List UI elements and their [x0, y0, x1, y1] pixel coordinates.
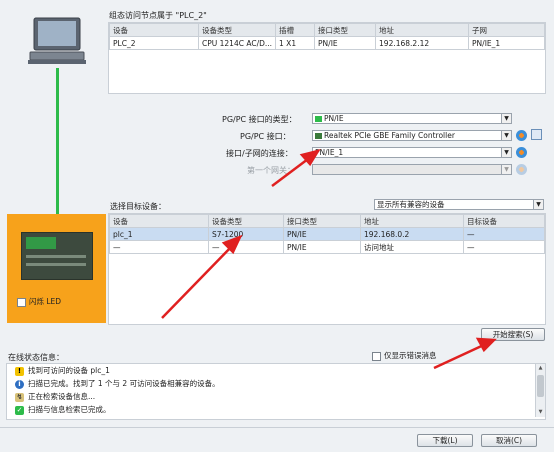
status-message: i 扫描已完成。找到了 1 个与 2 可访问设备相兼容的设备。	[15, 378, 220, 389]
table-header-row: 设备 设备类型 插槽 接口类型 地址 子网	[109, 23, 545, 37]
pgpc-type-value: PN/IE	[324, 114, 344, 123]
only-errors-label: 仅显示错误消息	[384, 351, 437, 360]
only-errors-checkbox[interactable]: 仅显示错误消息	[372, 350, 437, 361]
col-interface-type: 接口类型	[283, 214, 361, 228]
col-device: 设备	[109, 214, 209, 228]
col-address: 地址	[375, 23, 470, 37]
table-row[interactable]: plc_1 S7-1200 PN/IE 192.168.0.2 —	[109, 227, 545, 241]
plc-device-icon	[21, 232, 93, 280]
cell-interface-type: PN/IE	[283, 227, 361, 241]
scrollbar[interactable]: ▲ ▼	[535, 364, 545, 417]
status-message: ! 找到可访问的设备 plc_1	[15, 365, 110, 376]
cell-address: 192.168.0.2	[360, 227, 464, 241]
device-filter-select[interactable]: 显示所有兼容的设备 ▼	[374, 199, 544, 210]
device-filter-value: 显示所有兼容的设备	[377, 200, 445, 209]
subnet-connection-select[interactable]: PN/IE_1 ▼	[312, 147, 512, 158]
scroll-up-icon[interactable]: ▲	[536, 364, 545, 373]
cell-interface-type: PN/IE	[283, 240, 361, 254]
target-device-panel: 闪烁 LED	[7, 214, 106, 323]
diagnostics-icon[interactable]	[516, 130, 527, 141]
subnet-connection-label: 接口/子网的连接：	[226, 149, 293, 158]
cell-device: PLC_2	[109, 36, 199, 50]
cell-device: —	[109, 240, 209, 254]
col-slot: 插槽	[275, 23, 316, 37]
col-device-type: 设备类型	[197, 23, 277, 37]
target-device-table: 设备 设备类型 接口类型 地址 目标设备 plc_1 S7-1200 PN/IE…	[109, 214, 545, 254]
chevron-down-icon[interactable]: ▼	[533, 200, 543, 209]
connection-line	[56, 68, 59, 214]
scroll-thumb[interactable]	[537, 375, 544, 397]
pgpc-interface-label: PG/PC 接口：	[240, 132, 291, 141]
footer-divider	[0, 427, 554, 428]
status-message: ↯ 正在检索设备信息...	[15, 392, 96, 402]
select-target-label: 选择目标设备：	[110, 202, 166, 211]
cell-target-device: —	[463, 240, 545, 254]
cell-address: 访问地址	[360, 240, 464, 254]
retrieve-icon: ↯	[15, 392, 24, 402]
col-address: 地址	[360, 214, 464, 228]
chevron-down-icon[interactable]: ▼	[501, 148, 511, 157]
warning-icon: !	[15, 366, 24, 376]
table-row[interactable]: PLC_2 CPU 1214C AC/D... 1 X1 PN/IE 192.1…	[109, 36, 545, 50]
cell-device-type: S7-1200	[208, 227, 284, 241]
checkbox-icon[interactable]	[17, 297, 26, 307]
cancel-button[interactable]: 取消(C)	[481, 434, 537, 447]
cell-address: 192.168.2.12	[375, 36, 470, 50]
cell-subnet: PN/IE_1	[468, 36, 545, 50]
cell-device-type: CPU 1214C AC/D...	[197, 36, 277, 50]
check-icon: ✓	[15, 405, 24, 415]
target-device-table-box: 设备 设备类型 接口类型 地址 目标设备 plc_1 S7-1200 PN/IE…	[108, 213, 546, 325]
scroll-down-icon[interactable]: ▼	[536, 408, 545, 417]
cell-interface-type: PN/IE	[314, 36, 377, 50]
diagnostics-icon	[516, 164, 527, 175]
cell-slot: 1 X1	[275, 36, 316, 50]
col-device: 设备	[109, 23, 199, 37]
flash-led-label: 闪烁 LED	[29, 297, 62, 306]
cell-device: plc_1	[109, 227, 209, 241]
access-node-heading: 组态访问节点属于 "PLC_2"	[109, 11, 207, 20]
col-target-device: 目标设备	[463, 214, 545, 228]
pgpc-type-label: PG/PC 接口的类型：	[222, 115, 297, 124]
cell-device-type: —	[208, 240, 284, 254]
chevron-down-icon[interactable]: ▼	[501, 114, 511, 123]
first-gateway-select: ▼	[312, 164, 512, 175]
checkbox-icon[interactable]	[372, 351, 381, 361]
pn-ie-icon	[315, 116, 322, 122]
subnet-connection-value: PN/IE_1	[315, 148, 344, 157]
cell-target-device: —	[463, 227, 545, 241]
status-message-list: ! 找到可访问的设备 plc_1 i 扫描已完成。找到了 1 个与 2 可访问设备相…	[6, 363, 546, 420]
table-row[interactable]: — — PN/IE 访问地址 —	[109, 240, 545, 254]
col-interface-type: 接口类型	[314, 23, 377, 37]
pg-pc-computer-icon	[26, 16, 88, 68]
access-node-table: 设备 设备类型 插槽 接口类型 地址 子网 PLC_2 CPU 1214C AC…	[109, 23, 545, 50]
first-gateway-label: 第一个网关：	[247, 166, 295, 175]
flash-led-checkbox[interactable]: 闪烁 LED	[17, 296, 61, 307]
online-status-label: 在线状态信息：	[8, 353, 64, 362]
chevron-down-icon[interactable]: ▼	[501, 131, 511, 140]
table-header-row: 设备 设备类型 接口类型 地址 目标设备	[109, 214, 545, 228]
pgpc-interface-select[interactable]: Realtek PCIe GBE Family Controller ▼	[312, 130, 512, 141]
chevron-down-icon: ▼	[501, 165, 511, 174]
load-button[interactable]: 下载(L)	[417, 434, 473, 447]
diagnostics-icon[interactable]	[516, 147, 527, 158]
col-device-type: 设备类型	[208, 214, 284, 228]
pgpc-interface-value: Realtek PCIe GBE Family Controller	[324, 131, 455, 140]
access-node-table-box: 设备 设备类型 插槽 接口类型 地址 子网 PLC_2 CPU 1214C AC…	[108, 22, 546, 94]
properties-icon[interactable]	[531, 129, 542, 140]
pgpc-type-select[interactable]: PN/IE ▼	[312, 113, 512, 124]
network-card-icon	[315, 133, 322, 139]
start-search-button[interactable]: 开始搜索(S)	[481, 328, 545, 341]
info-icon: i	[15, 379, 24, 389]
status-message: ✓ 扫描与信息检索已完成。	[15, 405, 111, 415]
col-subnet: 子网	[468, 23, 545, 37]
